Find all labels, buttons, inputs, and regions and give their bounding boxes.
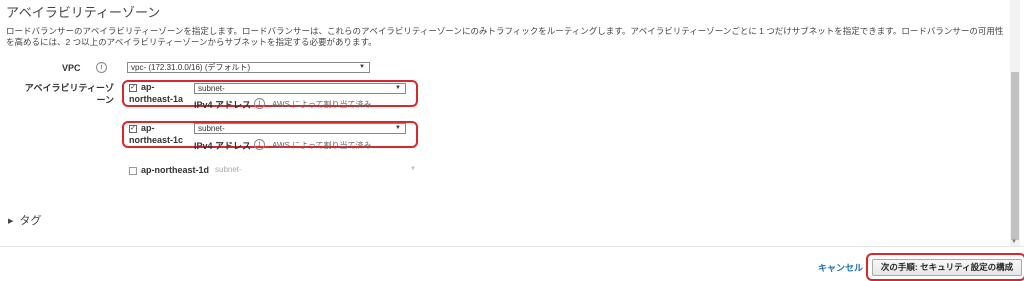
chevron-down-icon: ▼ xyxy=(395,125,401,131)
vpc-selected-value: vpc- (172.31.0.0/16) (デフォルト) xyxy=(131,63,251,72)
zone-1d-name: ap-northeast-1d xyxy=(141,165,210,175)
chevron-right-icon: ▶ xyxy=(8,218,14,225)
vpc-label: VPC xyxy=(62,63,81,73)
zone-1c-name-line2: northeast-1c xyxy=(129,135,184,145)
chevron-down-icon: ▼ xyxy=(410,166,416,172)
zone-1a-subnet-value: subnet- xyxy=(198,84,225,93)
tags-label: タグ xyxy=(19,215,42,227)
zone-1d-subnet-value: subnet- xyxy=(215,165,242,174)
chevron-down-icon: ▼ xyxy=(359,64,365,70)
zone-1c-subnet-value: subnet- xyxy=(198,124,225,133)
zone-1c-ipv4-label: IPv4 アドレス xyxy=(194,141,252,151)
info-icon[interactable]: i xyxy=(254,139,265,150)
footer-divider xyxy=(0,246,1024,247)
vpc-select[interactable]: vpc- (172.31.0.0/16) (デフォルト) ▼ xyxy=(127,62,370,73)
zone-1c-checkbox[interactable]: ✓ xyxy=(129,125,137,133)
zone-1c-subnet-select[interactable]: subnet- ▼ xyxy=(194,123,406,134)
zone-1c-ipv4-value: AWS によって割り当て済み xyxy=(272,141,372,150)
zone-1d-subnet-select[interactable]: subnet- ▼ xyxy=(212,165,420,176)
zone-1d-checkbox[interactable] xyxy=(129,167,137,175)
scroll-down-arrow-icon[interactable]: ▼ xyxy=(1011,239,1017,245)
tags-toggle[interactable]: ▶ タグ xyxy=(8,212,41,228)
section-title: アベイラビリティーゾーン xyxy=(6,5,161,20)
scrollbar-thumb[interactable] xyxy=(1011,72,1019,240)
az-label: アベイラビリティーゾーン xyxy=(24,83,114,105)
chevron-down-icon: ▼ xyxy=(395,85,401,91)
zone-1a-ipv4-value: AWS によって割り当て済み xyxy=(272,100,372,109)
next-step-button[interactable]: 次の手順: セキュリティ設定の構成 xyxy=(872,259,1022,276)
zone-1a-ipv4-label: IPv4 アドレス xyxy=(194,100,252,110)
info-icon[interactable]: i xyxy=(96,62,107,73)
zone-1a-checkbox[interactable]: ✓ xyxy=(129,84,137,92)
zone-1a-subnet-select[interactable]: subnet- ▼ xyxy=(194,83,406,94)
zone-1a-name-line1: ap- xyxy=(141,82,155,92)
cancel-link[interactable]: キャンセル xyxy=(818,261,863,274)
section-description: ロードバランサーのアベイラビリティーゾーンを指定します。ロードバランサーは、これ… xyxy=(6,26,1004,47)
zone-1a-name-line2: northeast-1a xyxy=(129,94,184,104)
info-icon[interactable]: i xyxy=(254,98,265,109)
zone-1c-name-line1: ap- xyxy=(141,123,155,133)
